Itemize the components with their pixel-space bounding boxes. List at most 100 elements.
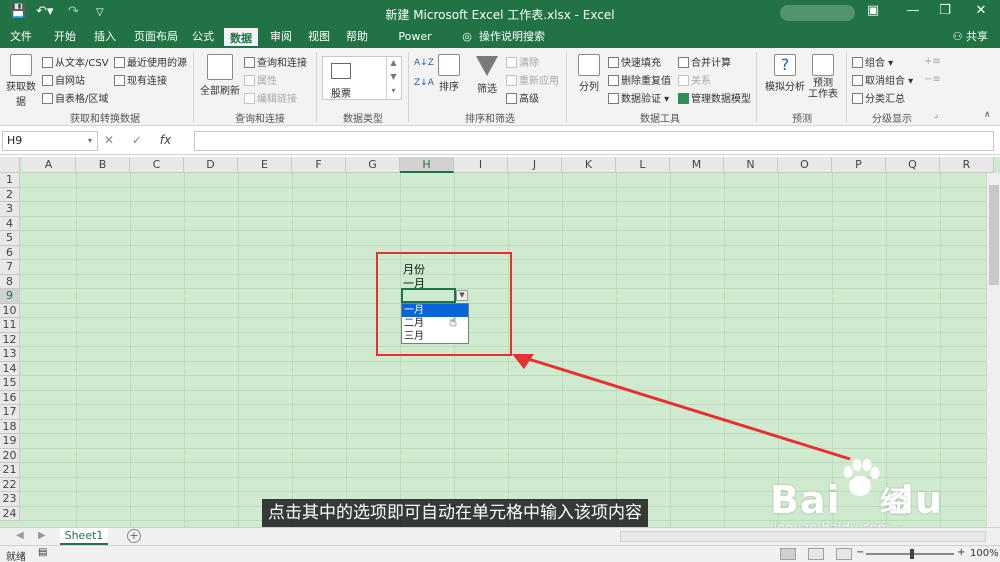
row-header-12[interactable]: 12: [0, 332, 20, 347]
column-header-r[interactable]: R: [940, 157, 994, 173]
row-header-4[interactable]: 4: [0, 216, 20, 231]
horizontal-scrollbar[interactable]: [620, 531, 986, 542]
tab-help[interactable]: 帮助: [340, 26, 374, 48]
add-sheet-button[interactable]: +: [127, 529, 141, 543]
tab-page-layout[interactable]: 页面布局: [128, 26, 184, 48]
sort-za-icon[interactable]: Z↓A: [414, 78, 434, 88]
subtotal-button[interactable]: 分类汇总: [852, 90, 905, 105]
column-header-n[interactable]: N: [724, 157, 778, 173]
column-header-m[interactable]: M: [670, 157, 724, 173]
advanced-filter-button[interactable]: 高级: [506, 90, 539, 105]
column-header-h[interactable]: H: [400, 157, 454, 173]
name-box[interactable]: H9: [2, 131, 98, 151]
column-header-j[interactable]: J: [508, 157, 562, 173]
forecast-sheet-button[interactable]: 预测 工作表: [806, 54, 840, 100]
flash-fill-button[interactable]: 快速填充: [608, 54, 661, 69]
row-header-22[interactable]: 22: [0, 477, 20, 492]
name-box-dropdown-icon[interactable]: ▾: [88, 136, 92, 145]
edit-links-button[interactable]: 编辑链接: [244, 90, 297, 105]
select-all-corner[interactable]: [0, 157, 20, 173]
gallery-scroll[interactable]: ▲ ▼ ▾: [386, 56, 400, 100]
show-detail-icon[interactable]: +≡: [924, 56, 941, 67]
row-header-11[interactable]: 11: [0, 318, 20, 333]
column-header-q[interactable]: Q: [886, 157, 940, 173]
row-header-21[interactable]: 21: [0, 463, 20, 478]
column-header-d[interactable]: D: [184, 157, 238, 173]
column-header-c[interactable]: C: [130, 157, 184, 173]
tab-data[interactable]: 数据: [222, 26, 260, 48]
page-break-view-icon[interactable]: [836, 548, 852, 560]
row-header-3[interactable]: 3: [0, 202, 20, 217]
prev-sheet-icon[interactable]: ◀: [16, 530, 24, 541]
existing-connections-button[interactable]: 现有连接: [114, 72, 167, 87]
relationships-button[interactable]: 关系: [678, 72, 711, 87]
consolidate-button[interactable]: 合并计算: [678, 54, 731, 69]
what-if-analysis-button[interactable]: ? 模拟分析: [764, 54, 806, 93]
clear-button[interactable]: 清除: [506, 54, 539, 69]
tab-view[interactable]: 视图: [302, 26, 336, 48]
collapse-ribbon-icon[interactable]: ∧: [984, 110, 991, 120]
row-header-18[interactable]: 18: [0, 419, 20, 434]
row-header-23[interactable]: 23: [0, 492, 20, 507]
remove-duplicates-button[interactable]: 删除重复值: [608, 72, 671, 87]
insert-function-icon[interactable]: fx: [160, 133, 171, 147]
tab-insert[interactable]: 插入: [88, 26, 122, 48]
row-header-15[interactable]: 15: [0, 376, 20, 391]
column-header-b[interactable]: B: [76, 157, 130, 173]
zoom-slider-thumb[interactable]: [910, 549, 914, 559]
column-header-g[interactable]: G: [346, 157, 400, 173]
queries-connections-button[interactable]: 查询和连接: [244, 54, 307, 69]
macro-record-icon[interactable]: ▤: [38, 547, 47, 558]
tab-review[interactable]: 审阅: [264, 26, 298, 48]
column-header-i[interactable]: I: [454, 157, 508, 173]
text-to-columns-button[interactable]: 分列: [574, 54, 604, 93]
page-layout-view-icon[interactable]: [808, 548, 824, 560]
data-validation-button[interactable]: 数据验证 ▾: [608, 90, 669, 105]
zoom-level[interactable]: 100%: [970, 548, 999, 559]
vertical-scrollbar[interactable]: [986, 173, 1000, 527]
enter-icon[interactable]: ✓: [132, 133, 142, 147]
row-header-20[interactable]: 20: [0, 448, 20, 463]
row-header-14[interactable]: 14: [0, 361, 20, 376]
sort-az-icon[interactable]: A↓Z: [414, 58, 434, 68]
zoom-out-button[interactable]: −: [856, 547, 864, 558]
row-header-1[interactable]: 1: [0, 173, 20, 188]
row-header-6[interactable]: 6: [0, 245, 20, 260]
formula-input[interactable]: [194, 131, 994, 151]
from-table-button[interactable]: 自表格/区域: [42, 90, 108, 105]
column-header-p[interactable]: P: [832, 157, 886, 173]
tab-power-pivot[interactable]: Power Pivot: [384, 26, 446, 65]
get-data-button[interactable]: 获取数据: [4, 54, 38, 108]
tell-me-search[interactable]: 操作说明搜索: [478, 26, 546, 48]
manage-data-model-button[interactable]: 管理数据模型: [678, 90, 751, 105]
row-header-16[interactable]: 16: [0, 390, 20, 405]
close-button[interactable]: ✕: [966, 3, 996, 18]
row-header-13[interactable]: 13: [0, 347, 20, 362]
tab-file[interactable]: 文件: [4, 26, 38, 48]
zoom-in-button[interactable]: +: [957, 547, 965, 558]
row-header-8[interactable]: 8: [0, 274, 20, 289]
reapply-button[interactable]: 重新应用: [506, 72, 559, 87]
from-web-button[interactable]: 自网站: [42, 72, 85, 87]
from-text-csv-button[interactable]: 从文本/CSV: [42, 54, 109, 69]
column-header-f[interactable]: F: [292, 157, 346, 173]
maximize-button[interactable]: ❐: [930, 3, 960, 18]
cancel-icon[interactable]: ✕: [104, 133, 114, 147]
row-header-24[interactable]: 24: [0, 506, 20, 521]
filter-button[interactable]: 筛选: [472, 54, 502, 95]
column-header-a[interactable]: A: [22, 157, 76, 173]
ungroup-button[interactable]: 取消组合 ▾: [852, 72, 913, 87]
tab-home[interactable]: 开始: [48, 26, 82, 48]
row-header-17[interactable]: 17: [0, 405, 20, 420]
row-header-5[interactable]: 5: [0, 231, 20, 246]
hide-detail-icon[interactable]: −≡: [924, 74, 941, 85]
recent-sources-button[interactable]: 最近使用的源: [114, 54, 187, 69]
group-button[interactable]: 组合 ▾: [852, 54, 893, 69]
row-header-19[interactable]: 19: [0, 434, 20, 449]
share-button[interactable]: ⚇ 共享: [953, 26, 988, 48]
row-header-2[interactable]: 2: [0, 187, 20, 202]
sort-button[interactable]: 排序: [436, 54, 462, 93]
row-header-10[interactable]: 10: [0, 303, 20, 318]
dialog-launcher-icon[interactable]: ⌟: [934, 110, 938, 120]
ribbon-display-options-icon[interactable]: ▣: [858, 3, 888, 18]
